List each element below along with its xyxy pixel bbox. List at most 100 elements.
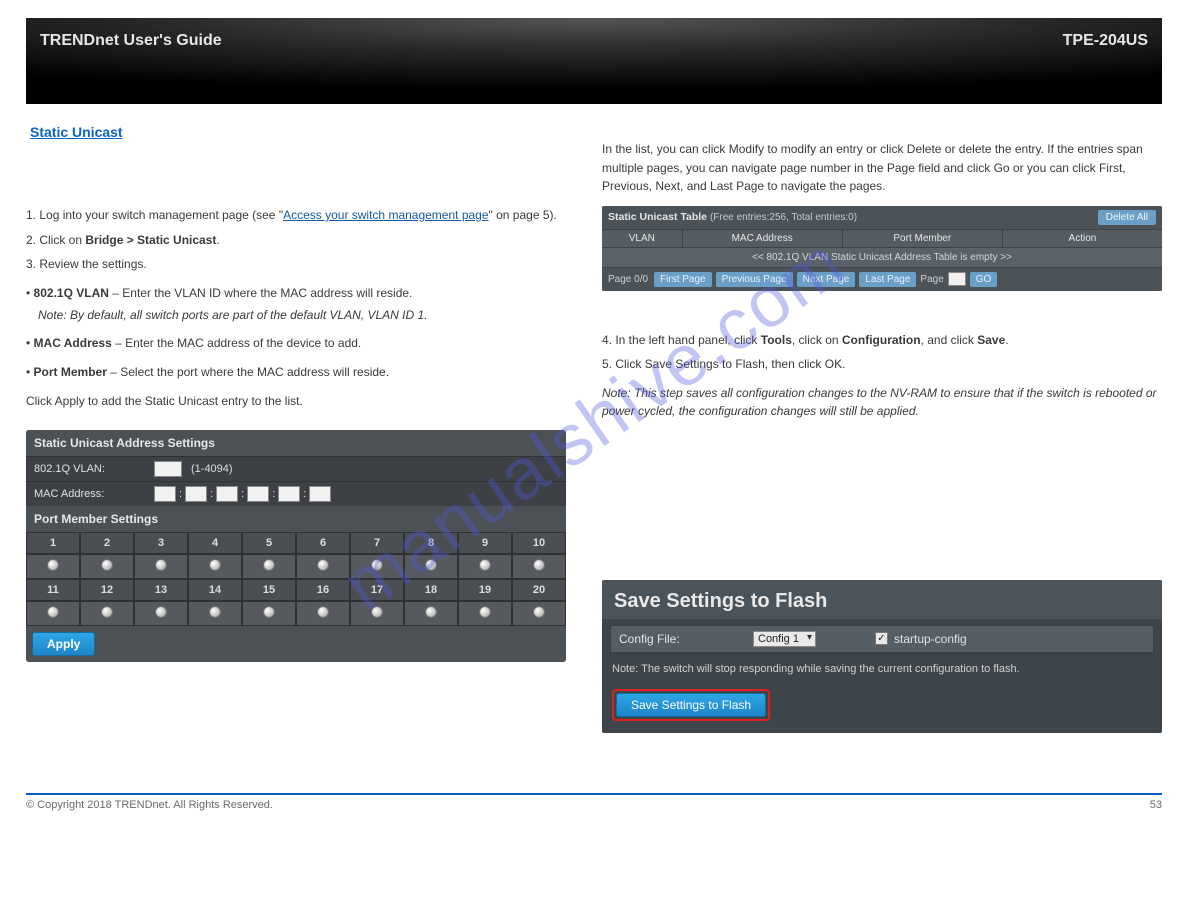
s4-mid2: , and click bbox=[921, 333, 978, 347]
port-radio[interactable] bbox=[512, 601, 566, 626]
port-number: 4 bbox=[188, 532, 242, 554]
vlan-range-hint: (1-4094) bbox=[191, 463, 233, 475]
port-number: 3 bbox=[134, 532, 188, 554]
port-radio[interactable] bbox=[134, 554, 188, 579]
port-member-head: Port Member Settings bbox=[26, 506, 566, 532]
port-number: 19 bbox=[458, 579, 512, 601]
radio-icon[interactable] bbox=[479, 559, 491, 571]
port-number: 6 bbox=[296, 532, 350, 554]
s4-config: Configuration bbox=[842, 333, 921, 347]
radio-icon[interactable] bbox=[371, 559, 383, 571]
step2-period: . bbox=[216, 233, 219, 247]
step1-suffix: " on page 5). bbox=[489, 208, 557, 222]
port-number: 8 bbox=[404, 532, 458, 554]
step1-prefix: 1. Log into your switch management page … bbox=[26, 208, 283, 222]
apply-bar: Apply bbox=[26, 626, 566, 662]
radio-icon[interactable] bbox=[533, 559, 545, 571]
mac-oct-3[interactable] bbox=[216, 486, 238, 502]
port-number: 20 bbox=[512, 579, 566, 601]
port-radio[interactable] bbox=[242, 601, 296, 626]
mac-inputs: : : : : : bbox=[154, 486, 558, 502]
last-page-button[interactable]: Last Page bbox=[859, 272, 916, 287]
footer: © Copyright 2018 TRENDnet. All Rights Re… bbox=[0, 795, 1188, 831]
port-radio[interactable] bbox=[404, 601, 458, 626]
vlan-note: Note: By default, all switch ports are p… bbox=[38, 308, 428, 322]
step1-link[interactable]: Access your switch management page bbox=[283, 208, 488, 222]
first-page-button[interactable]: First Page bbox=[654, 272, 712, 287]
port-number: 7 bbox=[350, 532, 404, 554]
port-number: 15 bbox=[242, 579, 296, 601]
port-radio[interactable] bbox=[26, 601, 80, 626]
mac-oct-2[interactable] bbox=[185, 486, 207, 502]
port-radio[interactable] bbox=[296, 601, 350, 626]
config-select[interactable]: Config 1 bbox=[753, 631, 816, 647]
suc-subtitle: (Free entries:256, Total entries:0) bbox=[710, 212, 857, 223]
port-radio[interactable] bbox=[404, 554, 458, 579]
port-number: 14 bbox=[188, 579, 242, 601]
vlan-desc-label: 802.1Q VLAN bbox=[34, 286, 109, 300]
prev-page-button[interactable]: Previous Page bbox=[716, 272, 793, 287]
next-page-button[interactable]: Next Page bbox=[797, 272, 856, 287]
apply-button[interactable]: Apply bbox=[32, 632, 95, 656]
static-unicast-settings-panel: Static Unicast Address Settings 802.1Q V… bbox=[26, 430, 566, 662]
radio-icon[interactable] bbox=[533, 606, 545, 618]
mac-oct-1[interactable] bbox=[154, 486, 176, 502]
port-radio[interactable] bbox=[80, 554, 134, 579]
copyright: © Copyright 2018 TRENDnet. All Rights Re… bbox=[26, 799, 273, 811]
port-radio[interactable] bbox=[242, 554, 296, 579]
page-input[interactable] bbox=[948, 272, 966, 286]
radio-icon[interactable] bbox=[155, 559, 167, 571]
radio-icon[interactable] bbox=[47, 606, 59, 618]
col-port: Port Member bbox=[843, 230, 1003, 247]
radio-icon[interactable] bbox=[425, 559, 437, 571]
radio-icon[interactable] bbox=[317, 606, 329, 618]
startup-config-checkbox[interactable]: ✓ bbox=[875, 632, 888, 645]
port-radio[interactable] bbox=[80, 601, 134, 626]
radio-icon[interactable] bbox=[263, 559, 275, 571]
radio-icon[interactable] bbox=[263, 606, 275, 618]
radio-icon[interactable] bbox=[155, 606, 167, 618]
left-column: 1. Log into your switch management page … bbox=[26, 140, 566, 662]
port-radio[interactable] bbox=[296, 554, 350, 579]
port-radio[interactable] bbox=[188, 554, 242, 579]
port-radio[interactable] bbox=[134, 601, 188, 626]
static-unicast-table: Static Unicast Table (Free entries:256, … bbox=[602, 206, 1162, 291]
radio-icon[interactable] bbox=[101, 606, 113, 618]
mac-oct-4[interactable] bbox=[247, 486, 269, 502]
port-desc-label: Port Member bbox=[34, 365, 107, 379]
mac-oct-5[interactable] bbox=[278, 486, 300, 502]
radio-icon[interactable] bbox=[425, 606, 437, 618]
radio-icon[interactable] bbox=[209, 559, 221, 571]
radio-icon[interactable] bbox=[209, 606, 221, 618]
vlan-label: 802.1Q VLAN: bbox=[34, 463, 154, 475]
radio-icon[interactable] bbox=[101, 559, 113, 571]
list-intro: In the list, you can click Modify to mod… bbox=[602, 140, 1162, 196]
port-radio[interactable] bbox=[188, 601, 242, 626]
port-grid: 1234567891011121314151617181920 bbox=[26, 532, 566, 626]
vlan-input[interactable] bbox=[154, 461, 182, 477]
mac-oct-6[interactable] bbox=[309, 486, 331, 502]
radio-icon[interactable] bbox=[371, 606, 383, 618]
flash-config-row: Config File: Config 1 ✓ startup-config bbox=[610, 625, 1154, 653]
suc-title: Static Unicast Table bbox=[608, 211, 707, 223]
radio-icon[interactable] bbox=[47, 559, 59, 571]
model-label: TPE-204US bbox=[1063, 32, 1148, 50]
port-radio[interactable] bbox=[350, 554, 404, 579]
col-mac: MAC Address bbox=[683, 230, 843, 247]
port-radio[interactable] bbox=[512, 554, 566, 579]
mac-row: MAC Address: : : : : : bbox=[26, 481, 566, 506]
apply-hint: Click Apply to add the Static Unicast en… bbox=[26, 392, 566, 411]
port-radio[interactable] bbox=[458, 601, 512, 626]
radio-icon[interactable] bbox=[479, 606, 491, 618]
port-radio[interactable] bbox=[26, 554, 80, 579]
port-number: 10 bbox=[512, 532, 566, 554]
go-button[interactable]: GO bbox=[970, 272, 998, 287]
port-radio[interactable] bbox=[458, 554, 512, 579]
radio-icon[interactable] bbox=[317, 559, 329, 571]
save-flash-button[interactable]: Save Settings to Flash bbox=[616, 693, 766, 717]
delete-all-button[interactable]: Delete All bbox=[1098, 210, 1156, 225]
port-number: 2 bbox=[80, 532, 134, 554]
right-column: In the list, you can click Modify to mod… bbox=[602, 140, 1162, 733]
step2-prefix: 2. Click on bbox=[26, 233, 85, 247]
port-radio[interactable] bbox=[350, 601, 404, 626]
